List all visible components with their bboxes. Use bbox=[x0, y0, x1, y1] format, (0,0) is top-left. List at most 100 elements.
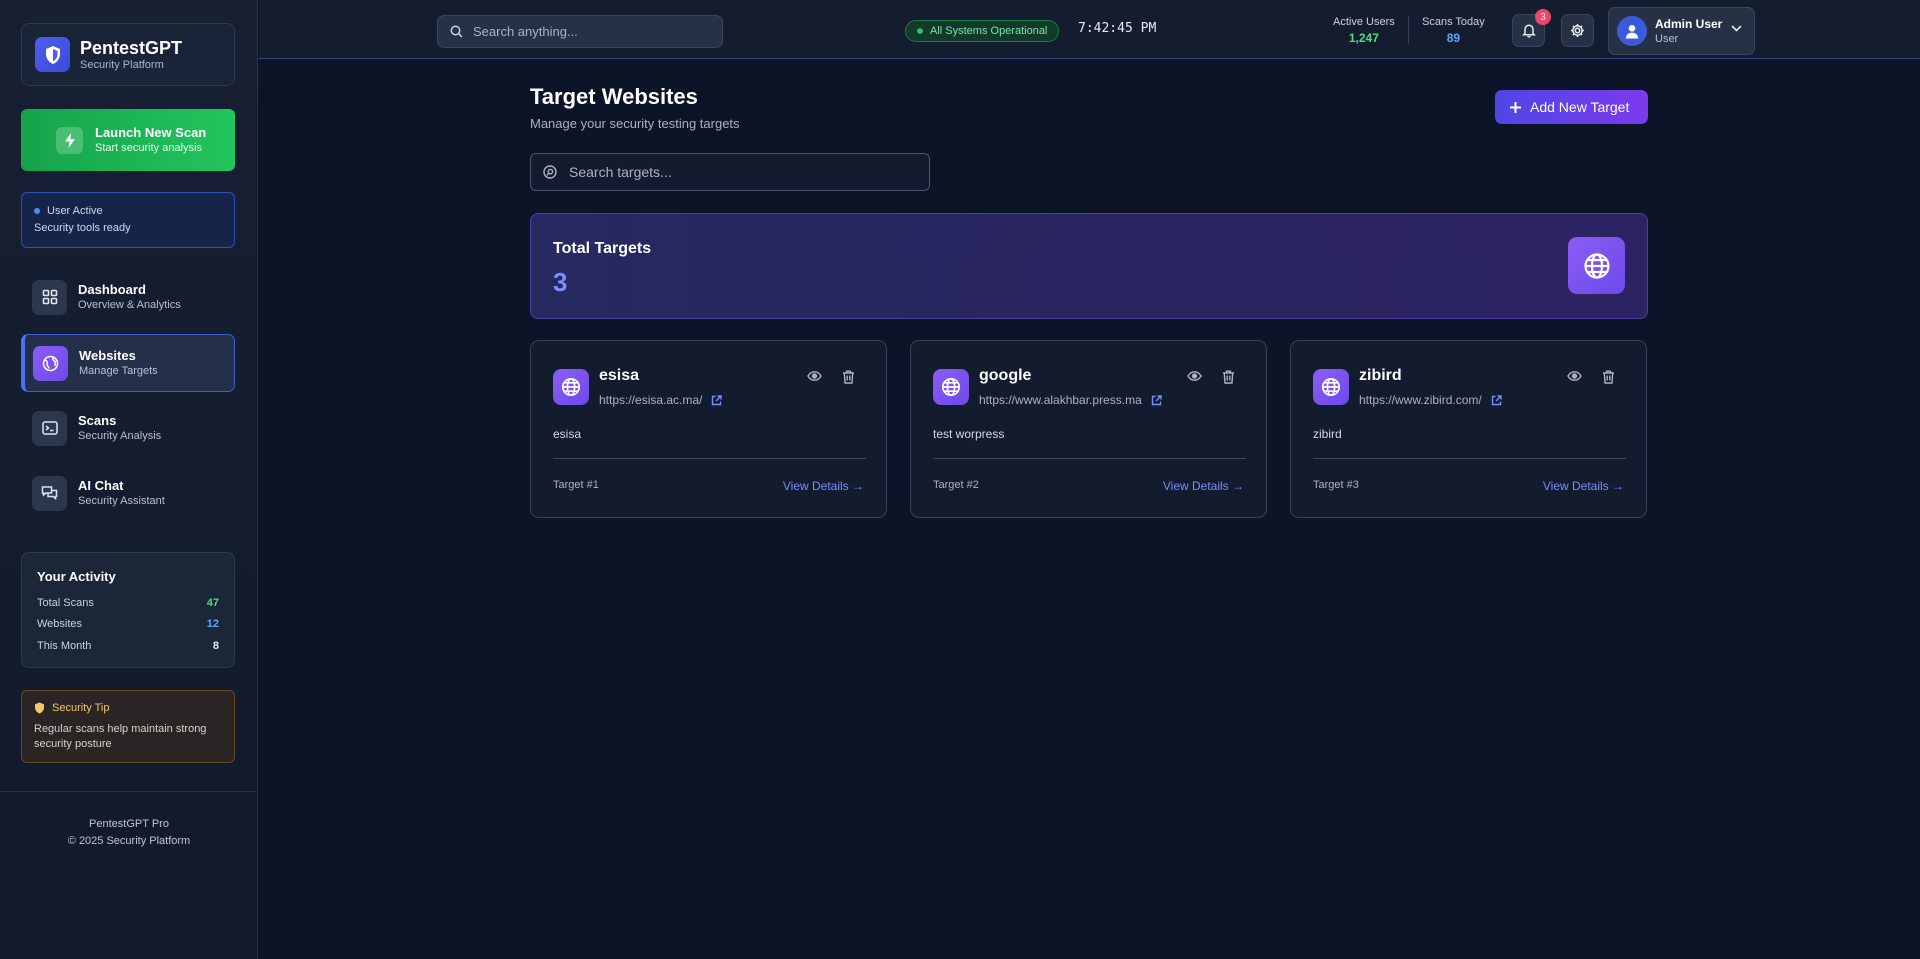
sidebar-item-dashboard[interactable]: Dashboard Overview & Analytics bbox=[21, 268, 235, 326]
delete-icon[interactable] bbox=[1602, 370, 1615, 384]
activity-title: Your Activity bbox=[37, 569, 116, 584]
chat-icon bbox=[32, 475, 67, 511]
sidebar-item-label: AI Chat bbox=[78, 478, 124, 493]
footer-copyright: © 2025 Security Platform bbox=[67, 835, 191, 847]
globe-icon bbox=[553, 369, 589, 405]
top-header: Search anything... All Systems Operation… bbox=[259, 0, 1920, 59]
avatar bbox=[1617, 16, 1647, 46]
external-link-icon[interactable] bbox=[1491, 394, 1502, 406]
system-status-text: All Systems Operational bbox=[930, 25, 1048, 37]
divider bbox=[1313, 458, 1626, 459]
user-name: Admin User bbox=[1655, 16, 1723, 31]
page-subtitle: Manage your security testing targets bbox=[530, 116, 740, 131]
launch-subtitle: Start security analysis bbox=[95, 142, 202, 154]
user-role: User bbox=[1655, 32, 1679, 45]
activity-label: This Month bbox=[37, 639, 92, 652]
target-card: esisa https://esisa.ac.ma/ esisa Target … bbox=[530, 340, 887, 518]
clock: 7:42:45 PM bbox=[1078, 21, 1157, 36]
target-number: Target #2 bbox=[933, 479, 979, 491]
target-search-input[interactable]: Search targets... bbox=[530, 153, 930, 191]
view-details-link[interactable]: View Details → bbox=[783, 479, 864, 493]
sidebar-item-label: Scans bbox=[78, 413, 117, 428]
globe-icon bbox=[33, 345, 68, 381]
target-description: zibird bbox=[1313, 427, 1342, 441]
view-details-link[interactable]: View Details → bbox=[1543, 479, 1624, 493]
target-name: zibird bbox=[1359, 367, 1402, 384]
user-status-title: User Active bbox=[47, 205, 103, 217]
grid-icon bbox=[32, 279, 67, 315]
delete-icon[interactable] bbox=[842, 370, 855, 384]
sidebar: PentestGPT Security Platform Launch New … bbox=[0, 0, 258, 959]
chevron-down-icon bbox=[1731, 25, 1742, 32]
target-name: esisa bbox=[599, 367, 640, 384]
target-card: google https://www.alakhbar.press.ma tes… bbox=[910, 340, 1267, 518]
system-status-badge: All Systems Operational bbox=[905, 20, 1060, 42]
gear-icon bbox=[1571, 24, 1584, 37]
target-card: zibird https://www.zibird.com/ zibird Ta… bbox=[1290, 340, 1647, 518]
activity-row: Websites 12 bbox=[37, 614, 219, 636]
footer-product: PentestGPT Pro bbox=[89, 818, 169, 830]
view-details-link[interactable]: View Details → bbox=[1163, 479, 1244, 493]
globe-icon bbox=[1313, 369, 1349, 405]
shield-icon bbox=[35, 702, 44, 714]
add-target-button[interactable]: Add New Target bbox=[1495, 90, 1648, 124]
activity-row: This Month 8 bbox=[37, 635, 219, 657]
shield-icon bbox=[35, 37, 70, 72]
view-icon[interactable] bbox=[807, 371, 822, 381]
user-menu[interactable]: Admin User User bbox=[1608, 7, 1755, 55]
globe-icon bbox=[1568, 237, 1625, 294]
target-description: esisa bbox=[553, 427, 582, 441]
global-search-input[interactable]: Search anything... bbox=[437, 15, 723, 48]
target-number: Target #1 bbox=[553, 479, 599, 491]
sidebar-item-sublabel: Security Analysis bbox=[78, 430, 162, 442]
status-dot bbox=[34, 208, 40, 214]
external-link-icon[interactable] bbox=[1151, 394, 1162, 406]
stat-value: 1,247 bbox=[1348, 31, 1379, 45]
activity-value: 47 bbox=[206, 596, 219, 609]
delete-icon[interactable] bbox=[1222, 370, 1235, 384]
page-title: Target Websites bbox=[530, 84, 698, 109]
user-status-card: User Active Security tools ready bbox=[21, 192, 235, 248]
stat-value: 89 bbox=[1446, 31, 1461, 45]
external-link-icon[interactable] bbox=[711, 394, 723, 406]
bell-icon bbox=[1521, 24, 1536, 38]
stat-label: Active Users bbox=[1333, 16, 1395, 28]
security-tip-card: Security Tip Regular scans help maintain… bbox=[21, 690, 235, 763]
globe-icon bbox=[933, 369, 969, 405]
total-targets-value: 3 bbox=[553, 267, 568, 297]
search-icon bbox=[450, 25, 463, 38]
activity-label: Total Scans bbox=[37, 596, 94, 609]
add-target-label: Add New Target bbox=[1530, 99, 1630, 115]
total-targets-label: Total Targets bbox=[553, 240, 652, 257]
target-search-placeholder: Search targets... bbox=[569, 164, 672, 180]
user-status-subtitle: Security tools ready bbox=[34, 222, 131, 234]
activity-row: Total Scans 47 bbox=[37, 592, 219, 614]
divider bbox=[1408, 16, 1409, 44]
target-description: test worpress bbox=[933, 427, 1005, 441]
launch-scan-button[interactable]: Launch New Scan Start security analysis bbox=[21, 109, 235, 171]
scans-today-stat: Scans Today 89 bbox=[1422, 15, 1485, 46]
total-targets-card: Total Targets 3 bbox=[530, 213, 1648, 319]
activity-card: Your Activity Total Scans 47 Websites 12… bbox=[21, 552, 235, 668]
brand: PentestGPT Security Platform bbox=[21, 23, 235, 86]
view-icon[interactable] bbox=[1567, 371, 1582, 381]
lightning-icon bbox=[56, 126, 83, 154]
settings-button[interactable] bbox=[1561, 14, 1594, 47]
view-icon[interactable] bbox=[1187, 371, 1202, 381]
sidebar-footer: PentestGPT Pro © 2025 Security Platform bbox=[0, 791, 258, 849]
stat-label: Scans Today bbox=[1422, 16, 1485, 28]
activity-value: 8 bbox=[212, 639, 219, 652]
sidebar-item-scans[interactable]: Scans Security Analysis bbox=[21, 399, 235, 457]
divider bbox=[933, 458, 1246, 459]
sidebar-item-sublabel: Security Assistant bbox=[78, 495, 165, 507]
sidebar-item-ai-chat[interactable]: AI Chat Security Assistant bbox=[21, 464, 235, 522]
notifications-button[interactable]: 3 bbox=[1512, 9, 1551, 47]
target-name: google bbox=[979, 367, 1032, 384]
activity-label: Websites bbox=[37, 618, 83, 631]
status-dot bbox=[917, 28, 923, 34]
search-placeholder: Search anything... bbox=[473, 24, 578, 39]
divider bbox=[553, 458, 866, 459]
brand-subtitle: Security Platform bbox=[80, 58, 164, 71]
sidebar-item-websites[interactable]: Websites Manage Targets bbox=[21, 334, 235, 392]
activity-value: 12 bbox=[206, 618, 219, 631]
